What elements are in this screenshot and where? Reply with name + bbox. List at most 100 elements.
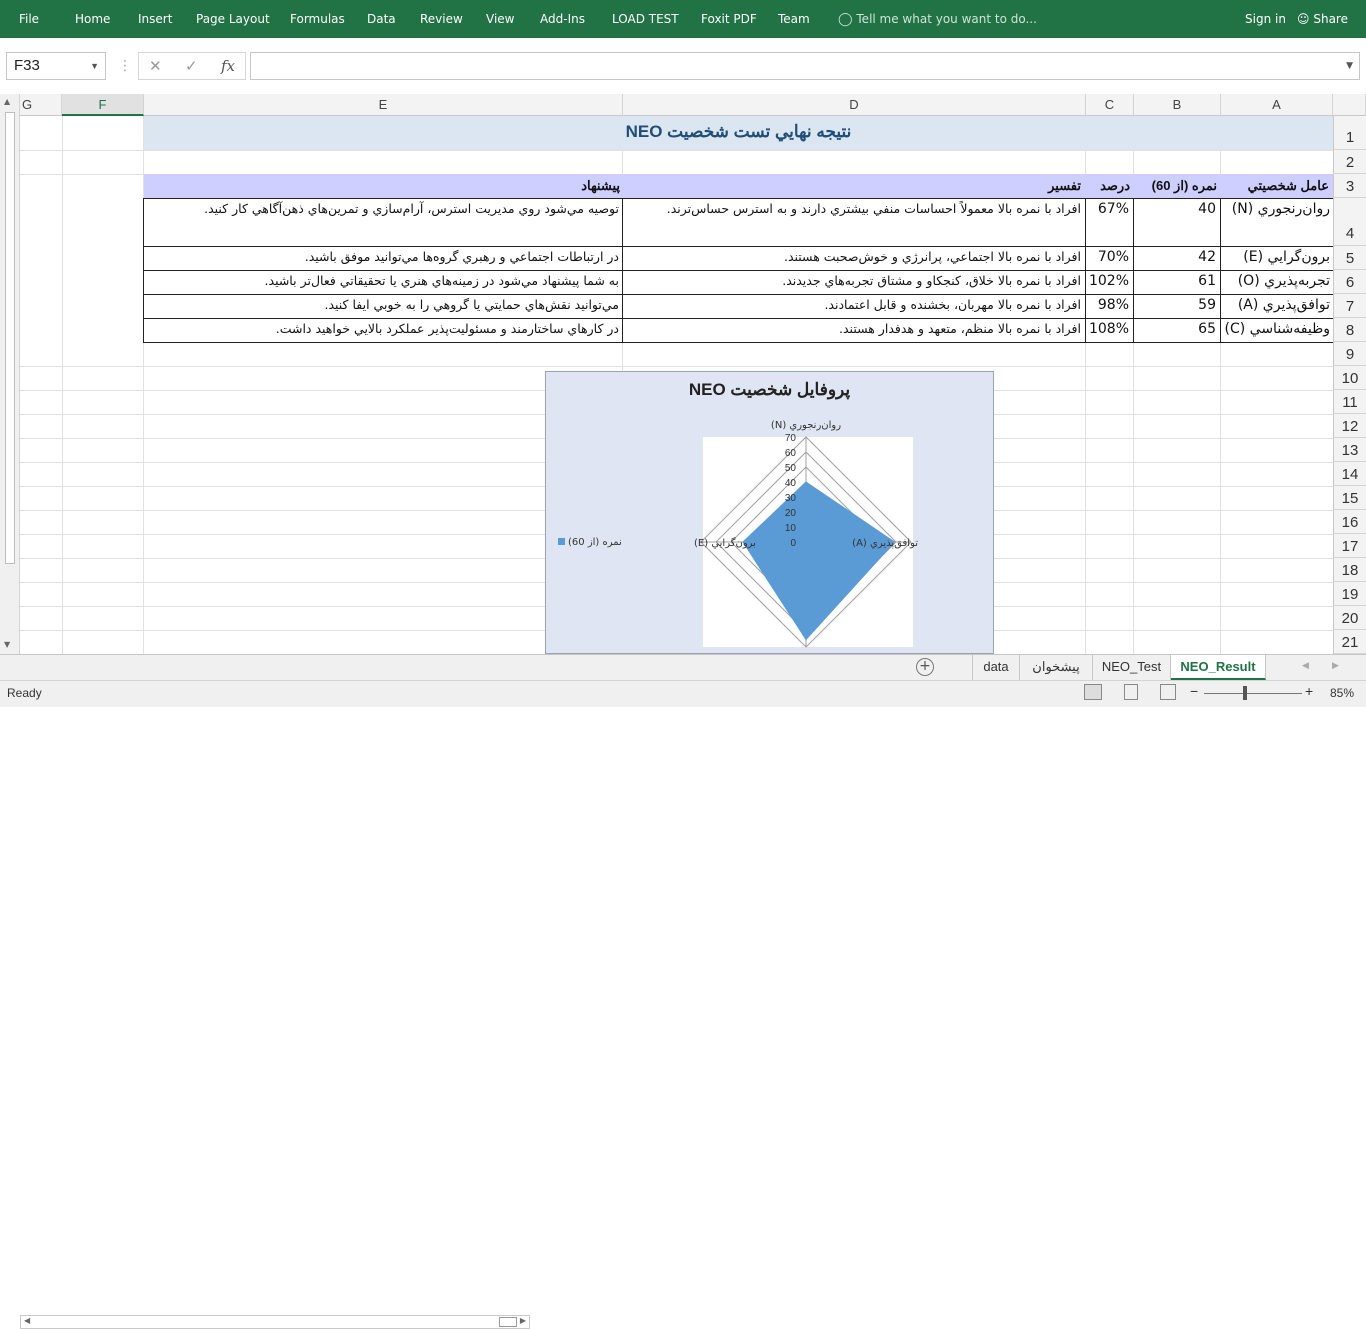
add-sheet-icon[interactable]: + <box>916 658 934 676</box>
page-break-view-icon[interactable] <box>1160 684 1176 700</box>
scroll-down-icon[interactable]: ▼ <box>4 640 10 649</box>
row-header-20[interactable]: 20 <box>1333 606 1366 630</box>
tab-view[interactable]: View <box>486 0 514 38</box>
tab-review[interactable]: Review <box>420 0 463 38</box>
header-factor[interactable]: عامل شخصيتي <box>1248 174 1329 198</box>
sign-in-link[interactable]: Sign in <box>1245 0 1286 38</box>
row-header-11[interactable]: 11 <box>1333 390 1366 414</box>
column-header-a[interactable]: A <box>1221 94 1333 116</box>
cell-factor[interactable]: وظيفه‌شناسي (C) <box>1222 318 1332 340</box>
scroll-right-icon[interactable]: ▶ <box>520 1316 526 1325</box>
header-score[interactable]: نمره (از 60) <box>1152 174 1217 198</box>
row-header-14[interactable]: 14 <box>1333 462 1366 486</box>
tab-file[interactable]: File <box>0 0 58 38</box>
vertical-scrollbar[interactable]: ▲ ▼ <box>0 94 20 654</box>
cell-suggestion[interactable]: به شما پيشنهاد مي‌شود در زمينه‌هاي هنري … <box>145 270 622 292</box>
zoom-slider-thumb[interactable] <box>1243 686 1247 700</box>
row-header-4[interactable]: 4 <box>1333 198 1366 246</box>
cell-interpretation[interactable]: افراد با نمره بالا اجتماعي، پرانرژي و خو… <box>624 246 1084 268</box>
scroll-up-icon[interactable]: ▲ <box>4 97 10 106</box>
cancel-icon[interactable]: ✕ <box>149 53 162 79</box>
name-box[interactable]: F33 ▼ <box>6 52 106 80</box>
normal-view-icon[interactable] <box>1084 684 1102 700</box>
column-header-g[interactable]: G <box>20 94 62 116</box>
cell-factor[interactable]: روان‌رنجوري (N) <box>1222 198 1332 246</box>
zoom-in-icon[interactable]: + <box>1305 683 1313 699</box>
cell-interpretation[interactable]: افراد با نمره بالا منظم، متعهد و هدفدار … <box>624 318 1084 340</box>
share-button[interactable]: ☺ Share <box>1297 0 1348 38</box>
tab-insert[interactable]: Insert <box>138 0 172 38</box>
worksheet-grid[interactable]: ▲ ▼ G F E D C B A 1 2 3 4 5 6 7 8 9 10 1… <box>0 94 1366 654</box>
tab-formulas[interactable]: Formulas <box>290 0 345 38</box>
row-header-2[interactable]: 2 <box>1333 150 1366 174</box>
row-header-15[interactable]: 15 <box>1333 486 1366 510</box>
column-header-e[interactable]: E <box>144 94 623 116</box>
cell-suggestion[interactable]: توصيه مي‌شود روي مديريت استرس، آرام‌سازي… <box>145 198 622 246</box>
tab-scroll-left-icon[interactable]: ◀ <box>1302 661 1309 671</box>
row-header-18[interactable]: 18 <box>1333 558 1366 582</box>
cell-score[interactable]: 40 <box>1134 198 1220 220</box>
cell-score[interactable]: 59 <box>1134 294 1220 316</box>
tab-home[interactable]: Home <box>75 0 110 38</box>
page-layout-view-icon[interactable] <box>1124 684 1138 700</box>
radar-chart[interactable]: پروفايل شخصيت NEO 0 10 20 30 40 50 60 70 روان‌رن… <box>545 371 994 654</box>
select-all-corner[interactable] <box>1333 94 1366 116</box>
cell-score[interactable]: 65 <box>1134 318 1220 340</box>
tab-data[interactable]: Data <box>367 0 396 38</box>
row-header-6[interactable]: 6 <box>1333 270 1366 294</box>
row-header-9[interactable]: 9 <box>1333 342 1366 366</box>
tab-foxit-pdf[interactable]: Foxit PDF <box>701 0 757 38</box>
expand-formula-icon[interactable]: ▼ <box>1346 53 1353 79</box>
cell-percent[interactable]: 102% <box>1086 270 1133 292</box>
column-header-c[interactable]: C <box>1086 94 1134 116</box>
scroll-thumb[interactable] <box>5 112 15 564</box>
tab-load-test[interactable]: LOAD TEST <box>612 0 679 38</box>
cell-factor[interactable]: تجربه‌پذيري (O) <box>1222 270 1332 292</box>
row-header-16[interactable]: 16 <box>1333 510 1366 534</box>
formula-input[interactable]: ▼ <box>250 52 1360 80</box>
tell-me-box[interactable]: ◯ Tell me what you want to do... <box>838 0 1037 38</box>
zoom-slider-track[interactable] <box>1204 693 1302 694</box>
row-header-1[interactable]: 1 <box>1333 116 1366 150</box>
cell-suggestion[interactable]: در ارتباطات اجتماعي و رهبري گروه‌ها مي‌ت… <box>145 246 622 268</box>
header-interpretation[interactable]: تفسير <box>1048 174 1081 198</box>
row-header-5[interactable]: 5 <box>1333 246 1366 270</box>
column-header-b[interactable]: B <box>1134 94 1221 116</box>
column-header-d[interactable]: D <box>623 94 1086 116</box>
zoom-level[interactable]: 85% <box>1330 686 1354 700</box>
scroll-left-icon[interactable]: ◀ <box>24 1316 30 1325</box>
cell-score[interactable]: 61 <box>1134 270 1220 292</box>
scroll-thumb[interactable] <box>499 1317 517 1327</box>
cell-interpretation[interactable]: افراد با نمره بالا معمولاً احساسات منفي … <box>624 198 1084 246</box>
tab-sheet-data[interactable]: data <box>972 655 1020 680</box>
row-header-21[interactable]: 21 <box>1333 630 1366 654</box>
tab-sheet-dashboard[interactable]: پيشخوان <box>1020 655 1093 680</box>
tab-scroll-right-icon[interactable]: ▶ <box>1332 661 1339 671</box>
row-header-10[interactable]: 10 <box>1333 366 1366 390</box>
horizontal-scrollbar[interactable]: ◀ ▶ <box>20 1315 530 1329</box>
row-header-12[interactable]: 12 <box>1333 414 1366 438</box>
tab-sheet-neo-result[interactable]: NEO_Result <box>1171 655 1266 680</box>
cell-interpretation[interactable]: افراد با نمره بالا مهربان، بخشنده و قابل… <box>624 294 1084 316</box>
header-percent[interactable]: درصد <box>1100 174 1130 198</box>
enter-icon[interactable]: ✓ <box>185 53 198 79</box>
row-header-7[interactable]: 7 <box>1333 294 1366 318</box>
cell-factor[interactable]: برون‌گرايي (E) <box>1222 246 1332 268</box>
tab-sheet-neo-test[interactable]: NEO_Test <box>1093 655 1171 680</box>
cell-suggestion[interactable]: مي‌توانيد نقش‌هاي حمايتي يا گروهي را به … <box>145 294 622 316</box>
zoom-out-icon[interactable]: − <box>1190 683 1198 699</box>
sheet-title[interactable]: نتيجه نهايي تست شخصيت NEO <box>144 116 1333 150</box>
cell-factor[interactable]: توافق‌پذيري (A) <box>1222 294 1332 316</box>
cell-score[interactable]: 42 <box>1134 246 1220 268</box>
cell-percent[interactable]: 108% <box>1086 318 1133 340</box>
cell-interpretation[interactable]: افراد با نمره بالا خلاق، كنجكاو و مشتاق … <box>624 270 1084 292</box>
tab-page-layout[interactable]: Page Layout <box>196 0 270 38</box>
cell-percent[interactable]: 98% <box>1086 294 1133 316</box>
header-suggestion[interactable]: پيشنهاد <box>581 174 620 198</box>
cell-percent[interactable]: 70% <box>1086 246 1133 268</box>
row-header-3[interactable]: 3 <box>1333 174 1366 198</box>
chevron-down-icon[interactable]: ▼ <box>90 53 99 79</box>
row-header-17[interactable]: 17 <box>1333 534 1366 558</box>
row-header-13[interactable]: 13 <box>1333 438 1366 462</box>
fx-icon[interactable]: fx <box>221 53 235 79</box>
